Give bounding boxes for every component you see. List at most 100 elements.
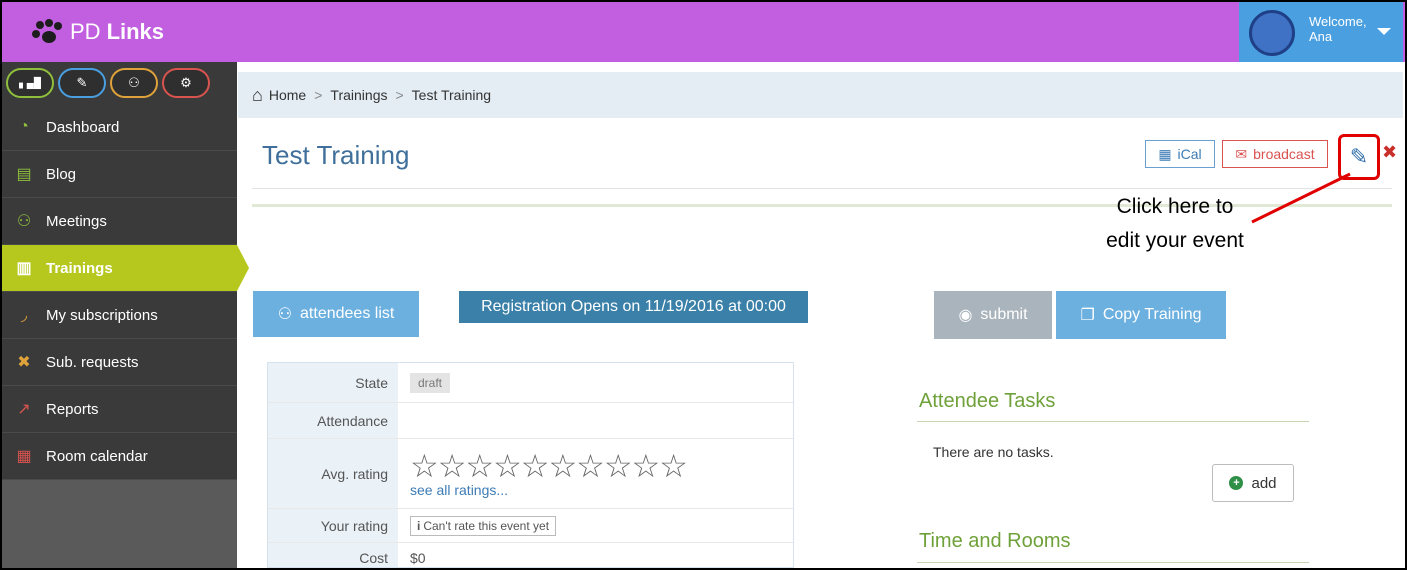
rating-disabled-text: Can't rate this event yet (423, 518, 550, 533)
dashboard-icon: ◔ (19, 118, 29, 135)
sidebar-item-label: Reports (46, 400, 99, 418)
rating-disabled-badge: i Can't rate this event yet (410, 515, 557, 536)
submit-label: submit (980, 306, 1028, 323)
rating-stars: ☆☆☆☆☆☆☆☆☆☆ (410, 447, 688, 484)
callout-annotation: Click here to edit your event (1080, 190, 1270, 258)
home-icon[interactable]: ⌂ (252, 85, 263, 106)
sidebar-item-subscriptions[interactable]: ◞ My subscriptions (2, 292, 237, 339)
attendance-value (398, 403, 410, 438)
quick-action-edit[interactable]: ✎ (58, 68, 106, 98)
your-rating-label: Your rating (268, 509, 398, 542)
table-row: Your rating i Can't rate this event yet (268, 509, 793, 543)
user-menu[interactable]: Welcome, Ana (1239, 2, 1403, 62)
no-tasks-text: There are no tasks. (933, 444, 1054, 460)
callout-line-2: edit your event (1106, 229, 1244, 252)
quick-action-settings[interactable]: ⚙ (162, 68, 210, 98)
avg-rating-label: Avg. rating (268, 439, 398, 508)
attendee-tasks-divider (917, 421, 1309, 422)
copy-training-label: Copy Training (1102, 306, 1202, 323)
paw-icon (32, 19, 64, 45)
status-badge: draft (410, 372, 451, 393)
sidebar-item-label: Room calendar (46, 447, 148, 465)
group-icon: ⚇ (16, 213, 32, 230)
sidebar-item-blog[interactable]: ▤ Blog (2, 151, 237, 198)
broadcast-label: broadcast (1253, 146, 1315, 162)
copy-icon: ❐ (1080, 307, 1095, 324)
table-row: Cost $0 (268, 543, 793, 567)
sidebar: ▖▄█ ✎ ⚇ ⚙ ◔ Dashboard ▤ Blog ⚇ Meetings ▥ Tr… (2, 62, 249, 568)
attendees-list-button[interactable]: ⚇ attendees list (253, 291, 419, 337)
sidebar-item-label: Meetings (46, 212, 107, 230)
ical-label: iCal (1177, 146, 1202, 162)
table-row: Avg. rating ☆☆☆☆☆☆☆☆☆☆ see all ratings..… (268, 439, 793, 509)
trash-icon: ✖ (1382, 142, 1398, 162)
brand-logo[interactable]: PD Links (32, 16, 164, 48)
plus-circle-icon: + (1229, 476, 1244, 490)
sidebar-item-label: Blog (46, 165, 77, 183)
sidebar-item-trainings[interactable]: ▥ Trainings (2, 245, 249, 292)
page-title: Test Training (262, 140, 410, 170)
pencil-icon: ✎ (76, 75, 88, 90)
user-times-icon: ✖ (17, 354, 31, 371)
user-name: Ana (1309, 29, 1333, 44)
broadcast-button[interactable]: ✉ broadcast (1222, 140, 1328, 168)
group-icon: ⚇ (277, 306, 293, 323)
quick-actions: ▖▄█ ✎ ⚇ ⚙ (2, 62, 237, 104)
cost-value: $0 (410, 549, 426, 566)
breadcrumb-current: Test Training (411, 87, 492, 103)
table-row: State draft (268, 363, 793, 403)
callout-line-1: Click here to (1116, 195, 1234, 218)
avatar (1249, 10, 1295, 56)
quick-action-reports[interactable]: ▖▄█ (6, 68, 54, 98)
registration-banner: Registration Opens on 11/19/2016 at 00:0… (459, 291, 808, 323)
sidebar-item-label: Trainings (46, 259, 113, 277)
quick-action-meetings[interactable]: ⚇ (110, 68, 158, 98)
calendar-icon: ▦ (1158, 145, 1172, 162)
add-task-button[interactable]: + add (1212, 464, 1294, 502)
calendar-icon: ▦ (16, 448, 32, 465)
sidebar-item-sub-requests[interactable]: ✖ Sub. requests (2, 339, 237, 386)
breadcrumb-trainings[interactable]: Trainings (330, 87, 387, 103)
breadcrumb-separator: > (314, 87, 323, 103)
welcome-label: Welcome, (1309, 14, 1367, 29)
book-icon: ▥ (16, 260, 32, 277)
welcome-text: Welcome, Ana (1309, 14, 1367, 44)
attendance-label: Attendance (268, 403, 398, 438)
ical-button[interactable]: ▦ iCal (1145, 140, 1215, 168)
training-details-table: State draft Attendance Avg. rating ☆☆☆☆☆… (267, 362, 794, 568)
cogs-icon: ⚙ (180, 75, 192, 90)
sidebar-item-label: Sub. requests (46, 353, 139, 371)
newspaper-icon: ▤ (16, 166, 32, 183)
sidebar-item-dashboard[interactable]: ◔ Dashboard (2, 104, 237, 151)
see-all-ratings-link[interactable]: see all ratings... (410, 482, 508, 498)
pencil-icon: ✎ (1349, 144, 1369, 169)
eye-icon: ◉ (958, 307, 973, 324)
rss-icon: ◞ (20, 307, 28, 324)
state-label: State (268, 363, 398, 402)
attendees-list-label: attendees list (300, 305, 395, 322)
title-divider (252, 188, 1392, 189)
brand-prefix: PD (70, 19, 101, 44)
sidebar-item-room-calendar[interactable]: ▦ Room calendar (2, 433, 237, 480)
sidebar-nav: ◔ Dashboard ▤ Blog ⚇ Meetings ▥ Trainings ◞ M… (2, 104, 249, 480)
submit-button[interactable]: ◉ submit (934, 291, 1052, 339)
breadcrumb-home[interactable]: Home (269, 87, 306, 103)
info-icon: i (417, 518, 421, 533)
sidebar-item-meetings[interactable]: ⚇ Meetings (2, 198, 237, 245)
attendee-tasks-title: Attendee Tasks (919, 390, 1056, 412)
envelope-icon: ✉ (1235, 145, 1248, 162)
top-bar: PD Links Welcome, Ana (2, 2, 1405, 62)
sidebar-item-label: My subscriptions (46, 306, 158, 324)
time-rooms-title: Time and Rooms (919, 530, 1071, 552)
time-rooms-divider (917, 562, 1309, 563)
delete-button[interactable]: ✖ (1382, 142, 1397, 163)
add-task-label: add (1251, 474, 1277, 492)
breadcrumb-separator: > (395, 87, 404, 103)
signal-icon: ▖▄█ (19, 77, 41, 89)
brand-name: Links (106, 19, 165, 44)
copy-training-button[interactable]: ❐ Copy Training (1056, 291, 1226, 339)
breadcrumb: ⌂ Home > Trainings > Test Training (238, 72, 1403, 118)
caret-down-icon (1377, 28, 1391, 35)
table-row: Attendance (268, 403, 793, 439)
sidebar-item-reports[interactable]: ↗ Reports (2, 386, 237, 433)
